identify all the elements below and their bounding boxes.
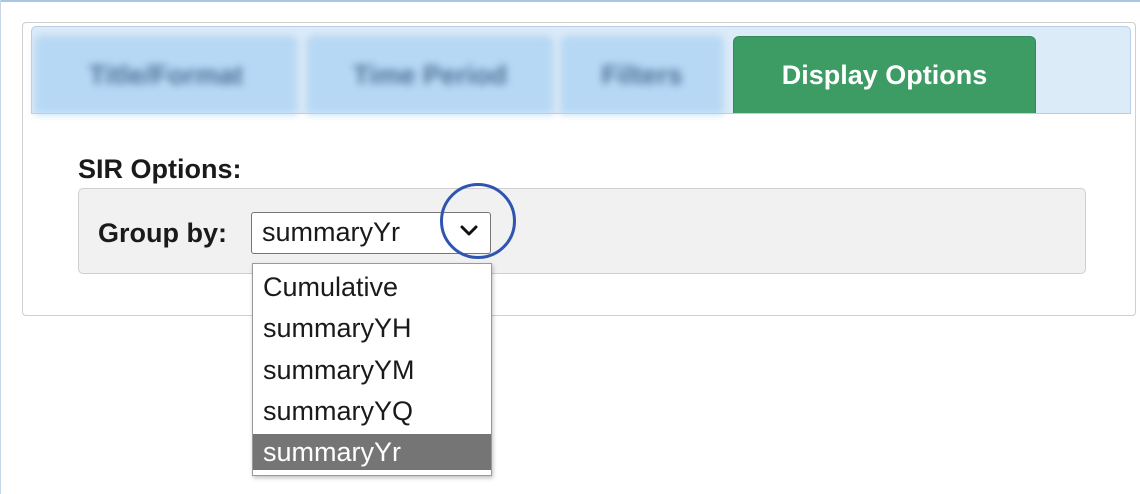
dropdown-option-summaryyq[interactable]: summaryYQ xyxy=(253,393,491,429)
sir-options-heading: SIR Options: xyxy=(78,154,242,184)
dropdown-option-summaryym[interactable]: summaryYM xyxy=(253,352,491,388)
tab-title-format[interactable]: Title/Format xyxy=(35,36,297,114)
group-by-selected-value: summaryYr xyxy=(262,217,401,247)
highlight-circle xyxy=(440,183,516,259)
tab-divider xyxy=(31,113,1131,114)
dropdown-option-summaryyh[interactable]: summaryYH xyxy=(253,310,491,346)
dropdown-option-summaryyr[interactable]: summaryYr xyxy=(253,434,491,470)
tab-filters[interactable]: Filters xyxy=(561,36,723,114)
page-left-border xyxy=(0,0,7,494)
group-by-container xyxy=(78,188,1086,274)
group-by-label: Group by: xyxy=(98,218,227,248)
tab-display-options[interactable]: Display Options xyxy=(733,36,1036,114)
dropdown-option-cumulative[interactable]: Cumulative xyxy=(253,269,491,305)
tab-time-period[interactable]: Time Period xyxy=(307,36,553,114)
page-top-border xyxy=(0,0,1140,8)
group-by-dropdown-list: Cumulative summaryYH summaryYM summaryYQ… xyxy=(252,263,492,476)
